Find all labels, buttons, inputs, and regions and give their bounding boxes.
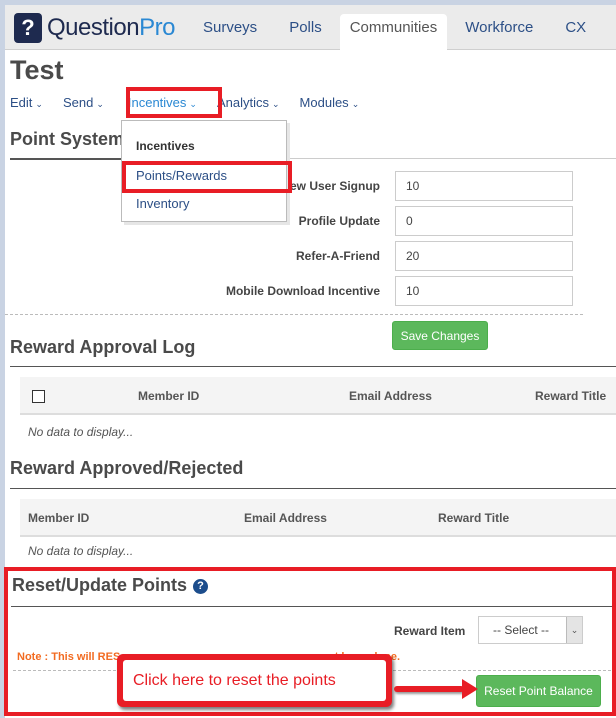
field-label-mobile-download: Mobile Download Incentive xyxy=(225,284,380,298)
subnav-analytics-label: Analytics xyxy=(216,95,269,110)
subnav-modules-label: Modules xyxy=(299,95,349,110)
column-header-reward-title[interactable]: Reward Title xyxy=(438,511,509,525)
reward-approval-table-header: Member ID Email Address Reward Title xyxy=(20,377,616,415)
dashed-divider xyxy=(5,314,583,315)
points-rewards-highlight-box xyxy=(122,161,292,193)
section-divider xyxy=(10,366,616,367)
point-system-title: Point System xyxy=(10,129,125,149)
section-divider xyxy=(10,158,122,160)
section-divider xyxy=(10,488,616,489)
subnav-send[interactable]: Send ⌄ xyxy=(63,95,104,110)
column-header-member-id[interactable]: Member ID xyxy=(28,511,89,525)
logo-mark-icon: ? xyxy=(14,13,42,43)
logo-text-accent: Pro xyxy=(139,14,175,41)
logo-text: QuestionPro xyxy=(47,14,175,42)
tab-polls[interactable]: Polls xyxy=(275,5,336,50)
empty-state-text: No data to display... xyxy=(28,544,134,558)
tab-workforce[interactable]: Workforce xyxy=(451,5,547,50)
dropdown-heading: Incentives xyxy=(136,139,195,153)
annotation-arrow-head xyxy=(462,679,478,699)
menu-item-inventory[interactable]: Inventory xyxy=(136,196,189,211)
chevron-down-icon: ⌄ xyxy=(35,99,43,109)
chevron-down-icon: ⌄ xyxy=(351,99,360,109)
column-header-member-id[interactable]: Member ID xyxy=(138,389,199,403)
column-header-email[interactable]: Email Address xyxy=(244,511,327,525)
annotation-callout: Click here to reset the points xyxy=(117,654,392,707)
subnav-send-label: Send xyxy=(62,95,94,110)
reward-approved-table-header: Member ID Email Address Reward Title xyxy=(20,499,616,537)
incentives-highlight-box xyxy=(126,87,222,118)
subnav-edit-label: Edit xyxy=(10,95,33,110)
mobile-download-input[interactable]: 10 xyxy=(395,276,573,306)
tab-communities[interactable]: Communities xyxy=(339,14,448,50)
chevron-down-icon: ⌄ xyxy=(96,99,104,109)
reward-approved-rejected-title: Reward Approved/Rejected xyxy=(10,458,244,478)
subnav-analytics[interactable]: Analytics ⌄ xyxy=(217,95,280,110)
field-label-new-user-signup: New User Signup xyxy=(281,179,380,193)
top-navigation-bar: ? QuestionPro Surveys Polls Communities … xyxy=(5,5,616,50)
logo-text-main: Question xyxy=(47,14,140,41)
tab-cx[interactable]: CX xyxy=(551,5,600,50)
subnav-edit[interactable]: Edit ⌄ xyxy=(10,95,43,110)
tab-surveys[interactable]: Surveys xyxy=(189,5,271,50)
callout-text: Click here to reset the points xyxy=(123,660,386,701)
annotation-arrow xyxy=(394,686,464,692)
column-header-reward-title[interactable]: Reward Title xyxy=(535,389,606,403)
field-label-profile-update: Profile Update xyxy=(298,214,380,228)
refer-a-friend-input[interactable]: 20 xyxy=(395,241,573,271)
field-label-refer-a-friend: Refer-A-Friend xyxy=(295,249,380,263)
column-header-email[interactable]: Email Address xyxy=(349,389,432,403)
product-tabs: Surveys Polls Communities Workforce CX xyxy=(189,5,604,50)
chevron-down-icon: ⌄ xyxy=(272,99,280,109)
reward-approval-log-title: Reward Approval Log xyxy=(10,337,196,357)
new-user-signup-input[interactable]: 10 xyxy=(395,171,573,201)
save-changes-button[interactable]: Save Changes xyxy=(392,321,488,350)
select-all-checkbox[interactable] xyxy=(32,390,45,403)
subnav-modules[interactable]: Modules ⌄ xyxy=(300,95,360,110)
questionpro-logo[interactable]: ? QuestionPro xyxy=(14,13,175,43)
profile-update-input[interactable]: 0 xyxy=(395,206,573,236)
page-title: Test xyxy=(10,55,64,85)
empty-state-text: No data to display... xyxy=(28,425,134,439)
